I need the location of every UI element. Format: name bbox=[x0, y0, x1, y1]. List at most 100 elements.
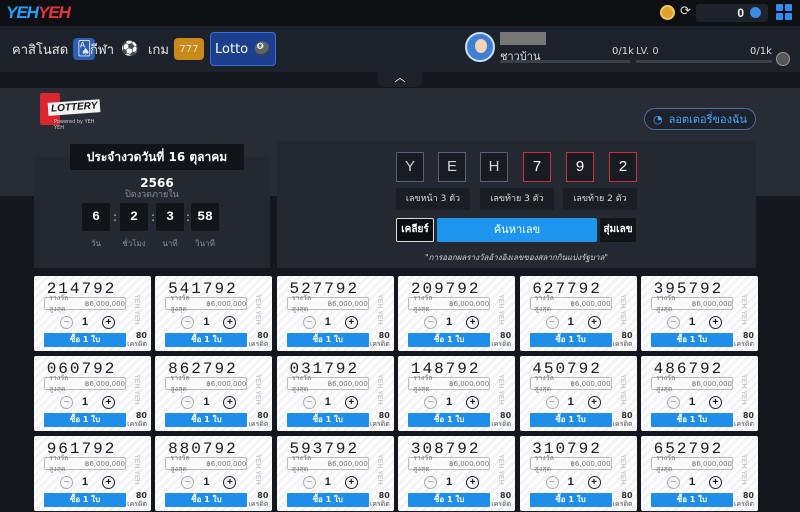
qty-minus-button[interactable]: − bbox=[666, 316, 680, 329]
buy-button[interactable]: ซื้อ 1 ใบ bbox=[165, 493, 248, 507]
ticket-grid: 214792 รางวัลสูงสุด ฿6,000,000−1 + ซื้อ 1 ใบ… bbox=[34, 276, 758, 511]
qty-plus-button[interactable]: + bbox=[587, 396, 601, 409]
qty-minus-button[interactable]: − bbox=[60, 476, 73, 489]
qty-minus-button[interactable]: − bbox=[666, 476, 680, 489]
main-nav: คาสิโนสด 🂡 กีฬา ⚽ เกม 777 Lotto 🎱 bbox=[0, 26, 800, 72]
prize-box: รางวัลสูงสุด ฿6,000,000 bbox=[165, 374, 248, 393]
buy-button[interactable]: ซื้อ 1 ใบ bbox=[408, 413, 491, 427]
qty-minus-button[interactable]: − bbox=[181, 396, 195, 409]
level-progress-text: 0/1k bbox=[750, 46, 772, 57]
qty-plus-button[interactable]: + bbox=[102, 396, 115, 409]
apps-grid-icon[interactable] bbox=[776, 4, 792, 20]
qty-value: 1 bbox=[688, 476, 696, 488]
option-front-3[interactable]: เลขหน้า 3 ตัว bbox=[396, 188, 470, 210]
qty-minus-button[interactable]: − bbox=[424, 316, 438, 329]
qty-minus-button[interactable]: − bbox=[545, 316, 559, 329]
prize-box: รางวัลสูงสุด ฿6,000,000 bbox=[44, 374, 126, 393]
qty-minus-button[interactable]: − bbox=[60, 396, 73, 409]
qty-minus-button[interactable]: − bbox=[545, 476, 559, 489]
buy-button[interactable]: ซื้อ 1 ใบ bbox=[165, 413, 248, 427]
qty-minus-button[interactable]: − bbox=[302, 396, 316, 409]
my-lottery-button[interactable]: ◔ ลอตเตอรี่ของฉัน bbox=[644, 108, 756, 130]
clear-button[interactable]: เคลียร์ bbox=[396, 218, 434, 242]
nav-label: เกม bbox=[148, 42, 169, 58]
qty-plus-button[interactable]: + bbox=[102, 316, 115, 329]
buy-button[interactable]: ซื้อ 1 ใบ bbox=[529, 333, 612, 347]
buy-button[interactable]: ซื้อ 1 ใบ bbox=[286, 333, 369, 347]
digit-input-6[interactable]: 2 bbox=[609, 152, 637, 182]
buy-button[interactable]: ซื้อ 1 ใบ bbox=[286, 413, 369, 427]
countdown-label: ชั่วโมง bbox=[122, 239, 146, 248]
prize-box: รางวัลสูงสุด ฿6,000,000 bbox=[408, 454, 491, 473]
buy-button[interactable]: ซื้อ 1 ใบ bbox=[408, 333, 491, 347]
option-back-2[interactable]: เลขท้าย 2 ตัว bbox=[563, 188, 637, 210]
qty-plus-button[interactable]: + bbox=[223, 316, 237, 329]
ticket-stub-text: YEH YEH bbox=[133, 294, 140, 325]
ticket-stub-text: YEH YEH bbox=[497, 374, 505, 405]
lottery-ticket: 880792 รางวัลสูงสุด ฿6,000,000−1 + ซื้อ 1 ใบ… bbox=[155, 436, 273, 511]
nav-games[interactable]: เกม 777 bbox=[144, 32, 208, 66]
qty-plus-button[interactable]: + bbox=[223, 476, 237, 489]
search-button[interactable]: ค้นหาเลข bbox=[437, 218, 597, 242]
qty-value: 1 bbox=[203, 396, 210, 408]
qty-plus-button[interactable]: + bbox=[708, 316, 722, 329]
buy-button[interactable]: ซื้อ 1 ใบ bbox=[529, 493, 612, 507]
buy-button[interactable]: ซื้อ 1 ใบ bbox=[44, 333, 126, 347]
option-back-3[interactable]: เลขท้าย 3 ตัว bbox=[480, 188, 554, 210]
ticket-stub-text: YEH YEH bbox=[739, 454, 747, 485]
ticket-price: 80 เครดิต bbox=[612, 491, 633, 509]
qty-plus-button[interactable]: + bbox=[587, 476, 601, 489]
buy-button[interactable]: ซื้อ 1 ใบ bbox=[44, 493, 126, 507]
nav-sports[interactable]: กีฬา ⚽ bbox=[86, 32, 145, 66]
qty-minus-button[interactable]: − bbox=[60, 316, 73, 329]
qty-plus-button[interactable]: + bbox=[102, 476, 115, 489]
chevron-up-icon: ︿ bbox=[394, 71, 406, 84]
digit-input-4[interactable]: 7 bbox=[523, 152, 551, 182]
lottery-ticket: 395792 รางวัลสูงสุด ฿6,000,000−1 + ซื้อ 1 ใบ… bbox=[640, 276, 758, 351]
qty-plus-button[interactable]: + bbox=[587, 316, 601, 329]
buy-button[interactable]: ซื้อ 1 ใบ bbox=[529, 413, 612, 427]
qty-plus-button[interactable]: + bbox=[466, 476, 480, 489]
qty-minus-button[interactable]: − bbox=[181, 476, 195, 489]
prize-box: รางวัลสูงสุด ฿6,000,000 bbox=[408, 374, 491, 393]
nav-lotto[interactable]: Lotto 🎱 bbox=[210, 32, 276, 66]
buy-button[interactable]: ซื้อ 1 ใบ bbox=[650, 413, 733, 427]
qty-plus-button[interactable]: + bbox=[344, 316, 358, 329]
buy-button[interactable]: ซื้อ 1 ใบ bbox=[44, 413, 126, 427]
collapse-header-button[interactable]: ︿ bbox=[378, 71, 422, 87]
ticket-price: 80 เครดิต bbox=[491, 411, 512, 429]
qty-minus-button[interactable]: − bbox=[302, 316, 316, 329]
qty-plus-button[interactable]: + bbox=[708, 476, 722, 489]
buy-button[interactable]: ซื้อ 1 ใบ bbox=[650, 493, 733, 507]
buy-button[interactable]: ซื้อ 1 ใบ bbox=[165, 333, 248, 347]
digit-input-3[interactable]: H bbox=[480, 152, 508, 182]
qty-minus-button[interactable]: − bbox=[302, 476, 316, 489]
qty-plus-button[interactable]: + bbox=[344, 396, 358, 409]
buy-button[interactable]: ซื้อ 1 ใบ bbox=[286, 493, 369, 507]
qty-plus-button[interactable]: + bbox=[466, 316, 480, 329]
prize-box: รางวัลสูงสุด ฿6,000,000 bbox=[408, 294, 491, 313]
qty-plus-button[interactable]: + bbox=[223, 396, 237, 409]
lottery-balls-icon: 🎱 bbox=[253, 41, 271, 57]
qty-minus-button[interactable]: − bbox=[181, 316, 195, 329]
lottery-ticket: 214792 รางวัลสูงสุด ฿6,000,000−1 + ซื้อ 1 ใบ… bbox=[34, 276, 151, 351]
prize-box: รางวัลสูงสุด ฿6,000,000 bbox=[286, 454, 369, 473]
random-button[interactable]: สุ่มเลข bbox=[600, 218, 636, 242]
brand-logo[interactable]: YEHYEH bbox=[6, 3, 71, 23]
avatar[interactable] bbox=[465, 32, 495, 62]
qty-minus-button[interactable]: − bbox=[424, 476, 438, 489]
buy-button[interactable]: ซื้อ 1 ใบ bbox=[650, 333, 733, 347]
refresh-icon[interactable]: ⟳ bbox=[680, 4, 691, 19]
ticket-stub-text: YEH YEH bbox=[375, 294, 383, 325]
qty-plus-button[interactable]: + bbox=[466, 396, 480, 409]
qty-minus-button[interactable]: − bbox=[424, 396, 438, 409]
digit-input-1[interactable]: Y bbox=[396, 152, 424, 182]
qty-plus-button[interactable]: + bbox=[708, 396, 722, 409]
qty-minus-button[interactable]: − bbox=[545, 396, 559, 409]
buy-button[interactable]: ซื้อ 1 ใบ bbox=[408, 493, 491, 507]
digit-input-5[interactable]: 9 bbox=[566, 152, 594, 182]
qty-minus-button[interactable]: − bbox=[666, 396, 680, 409]
qty-plus-button[interactable]: + bbox=[344, 476, 358, 489]
digit-input-2[interactable]: E bbox=[438, 152, 466, 182]
ticket-price: 80 เครดิต bbox=[491, 491, 512, 509]
